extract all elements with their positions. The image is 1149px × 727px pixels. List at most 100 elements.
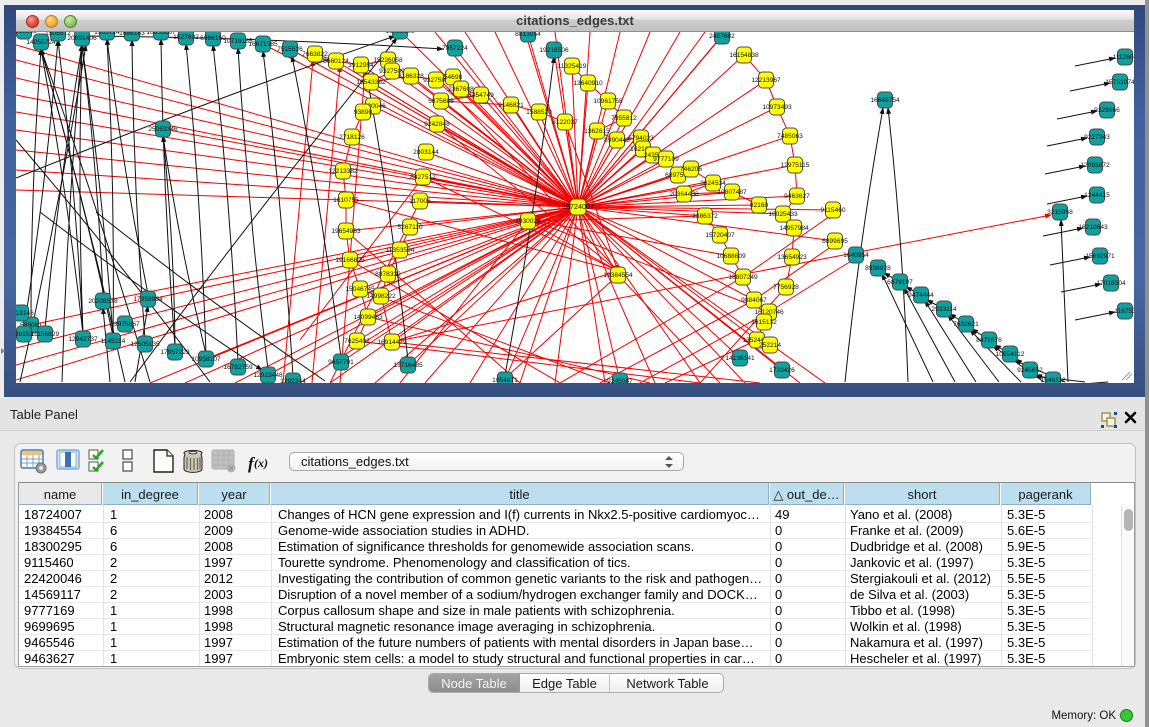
svg-text:7857224: 7857224	[442, 45, 468, 52]
svg-text:12975115: 12975115	[781, 162, 810, 169]
svg-text:16543362: 16543362	[356, 79, 386, 86]
svg-text:1244415: 1244415	[1084, 192, 1110, 199]
svg-text:1686163: 1686163	[119, 32, 145, 37]
svg-text:16648754: 16648754	[870, 97, 900, 104]
svg-text:11325419: 11325419	[558, 63, 587, 70]
svg-text:20208578: 20208578	[88, 298, 118, 305]
svg-text:9146821: 9146821	[498, 102, 524, 109]
svg-text:8471676: 8471676	[976, 337, 1002, 344]
svg-text:1546112: 1546112	[1040, 377, 1066, 383]
svg-text:9242848: 9242848	[424, 121, 450, 128]
svg-text:93890: 93890	[354, 109, 373, 116]
svg-text:13975867: 13975867	[110, 321, 140, 328]
svg-text:1112604: 1112604	[1113, 54, 1134, 61]
svg-text:18724007: 18724007	[562, 202, 594, 211]
svg-text:9777109: 9777109	[653, 156, 679, 163]
svg-text:14957984: 14957984	[779, 225, 809, 232]
svg-text:1905724: 1905724	[94, 32, 120, 36]
svg-text:6879197: 6879197	[887, 279, 913, 286]
svg-text:20691406: 20691406	[67, 35, 97, 42]
svg-text:14998222: 14998222	[366, 293, 396, 300]
svg-text:8122037: 8122037	[552, 119, 578, 126]
svg-text:8878332: 8878332	[375, 271, 401, 278]
svg-text:6966160: 6966160	[200, 35, 226, 42]
svg-text:12213967: 12213967	[751, 77, 781, 84]
svg-text:1640954: 1640954	[843, 252, 869, 259]
svg-text:7632621: 7632621	[953, 321, 979, 328]
svg-text:117006: 117006	[409, 198, 431, 205]
svg-text:9115460: 9115460	[820, 207, 846, 214]
svg-text:2718126: 2718126	[339, 134, 365, 141]
svg-text:12942737: 12942737	[68, 336, 98, 343]
svg-text:9657791: 9657791	[328, 359, 354, 366]
svg-text:7756928: 7756928	[773, 284, 799, 291]
svg-text:19218506: 19218506	[539, 47, 569, 54]
svg-text:15692971: 15692971	[1085, 253, 1115, 260]
svg-text:10961758: 10961758	[593, 98, 623, 105]
svg-text:2313146: 2313146	[16, 310, 34, 317]
svg-text:9463627: 9463627	[784, 193, 810, 200]
svg-text:7485063: 7485063	[777, 133, 803, 140]
svg-text:10688609: 10688609	[716, 253, 746, 260]
svg-text:3624534: 3624534	[700, 180, 726, 187]
svg-text:16033809: 16033809	[385, 32, 415, 35]
svg-text:8990443: 8990443	[604, 137, 630, 144]
svg-text:16782759: 16782759	[223, 364, 253, 371]
svg-text:1930023: 1930023	[515, 218, 541, 225]
svg-text:14136141: 14136141	[725, 355, 755, 362]
svg-text:12923448: 12923448	[253, 372, 283, 379]
svg-text:19654983: 19654983	[331, 228, 361, 235]
svg-text:10973493: 10973493	[762, 104, 792, 111]
svg-text:1588520: 1588520	[526, 109, 552, 116]
svg-text:7515526: 7515526	[277, 46, 303, 53]
svg-text:13640910: 13640910	[573, 80, 603, 87]
svg-text:14099483: 14099483	[353, 314, 383, 321]
svg-text:3215958: 3215958	[1047, 209, 1073, 216]
svg-text:1292344: 1292344	[280, 378, 306, 383]
svg-text:1054871: 1054871	[492, 377, 518, 383]
svg-text:17359924: 17359924	[133, 296, 163, 303]
svg-text:10958107: 10958107	[191, 356, 221, 363]
svg-text:2487682: 2487682	[709, 33, 735, 40]
svg-text:1527602: 1527602	[173, 34, 199, 41]
svg-text:1733426: 1733426	[769, 367, 795, 374]
svg-text:10653267: 10653267	[146, 32, 176, 36]
svg-text:12093872: 12093872	[1080, 162, 1110, 169]
svg-text:9329966: 9329966	[1094, 107, 1120, 114]
svg-text:5267110: 5267110	[397, 224, 423, 231]
svg-text:1145114: 1145114	[101, 338, 126, 345]
svg-text:12213382: 12213382	[328, 168, 358, 175]
svg-text:252214: 252214	[759, 342, 781, 349]
svg-text:19166825: 19166825	[335, 257, 365, 264]
svg-text:1615132: 1615132	[751, 319, 777, 326]
svg-text:13716485: 13716485	[393, 362, 423, 369]
svg-text:15046745: 15046745	[345, 286, 375, 293]
svg-text:16210643: 16210643	[1078, 224, 1108, 231]
svg-text:(x): (x)	[254, 456, 268, 470]
svg-text:82160: 82160	[750, 202, 769, 209]
svg-text:11353594: 11353594	[386, 247, 415, 254]
svg-text:1610755: 1610755	[333, 197, 359, 204]
svg-text:17016504: 17016504	[1096, 280, 1126, 287]
svg-text:8938928: 8938928	[865, 265, 891, 272]
svg-text:2386372: 2386372	[692, 213, 718, 220]
svg-text:16671385: 16671385	[248, 41, 278, 48]
svg-text:15751074: 15751074	[1105, 79, 1134, 86]
svg-text:13654923: 13654923	[777, 254, 807, 261]
svg-text:7663822: 7663822	[302, 51, 328, 58]
svg-text:8427512: 8427512	[410, 174, 436, 181]
svg-text:10654112: 10654112	[996, 351, 1025, 358]
svg-text:17957223: 17957223	[160, 349, 190, 356]
svg-text:7955812: 7955812	[611, 115, 637, 122]
svg-text:9884067: 9884067	[741, 297, 767, 304]
svg-text:2803144: 2803144	[413, 149, 439, 156]
svg-text:9245652: 9245652	[1017, 367, 1043, 374]
svg-text:8186328: 8186328	[398, 73, 424, 80]
svg-text:9474444: 9474444	[908, 292, 934, 299]
svg-text:2313568: 2313568	[16, 32, 37, 35]
svg-text:746206: 746206	[680, 166, 702, 173]
svg-text:8454749: 8454749	[468, 92, 494, 99]
svg-text:18807249: 18807249	[728, 274, 758, 281]
svg-text:6899695: 6899695	[822, 238, 848, 245]
svg-text:16914479: 16914479	[377, 339, 407, 346]
